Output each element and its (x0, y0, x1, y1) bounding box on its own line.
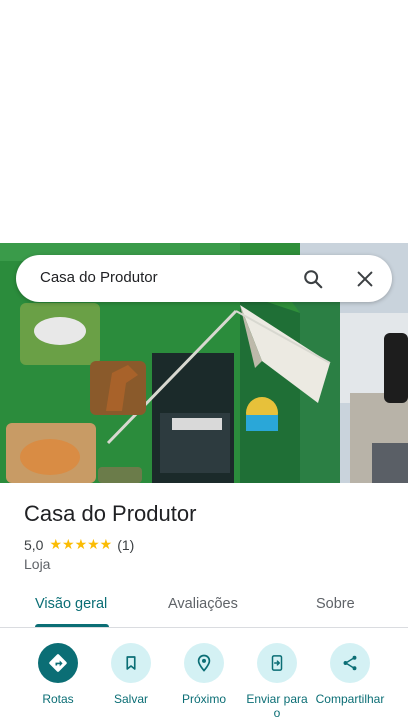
active-tab-indicator (35, 624, 109, 627)
send-to-phone-button[interactable]: Enviar para o (237, 643, 317, 720)
rating-value: 5,0 (24, 536, 44, 553)
close-icon[interactable] (354, 268, 376, 290)
nearby-label: Próximo (181, 692, 226, 706)
nearby-button[interactable]: Próximo (164, 643, 244, 706)
review-count: (1) (117, 536, 135, 553)
share-icon (330, 643, 370, 683)
directions-label: Rotas (42, 692, 74, 706)
share-button[interactable]: Compartilhar (310, 643, 390, 706)
share-label: Compartilhar (315, 692, 385, 706)
tab-reviews[interactable]: Avaliações (168, 596, 238, 612)
tab-about[interactable]: Sobre (316, 596, 355, 612)
tab-overview[interactable]: Visão geral (35, 596, 107, 612)
rating-row[interactable]: 5,0 ★★★★★ (1) (24, 536, 134, 553)
save-button[interactable]: Salvar (91, 643, 171, 706)
nearby-icon (184, 643, 224, 683)
rating-stars-icon: ★★★★★ (49, 536, 113, 552)
bookmark-icon (111, 643, 151, 683)
save-label: Salvar (113, 692, 148, 706)
send-to-phone-icon (257, 643, 297, 683)
place-title: Casa do Produtor (24, 501, 197, 526)
search-input[interactable]: Casa do Produtor (40, 269, 158, 286)
search-icon[interactable] (302, 268, 324, 290)
send-to-phone-label: Enviar para o (246, 692, 308, 720)
directions-icon (38, 643, 78, 683)
place-category[interactable]: Loja (24, 556, 50, 572)
search-bar[interactable]: Casa do Produtor (16, 255, 392, 302)
tab-bar: Visão geral Avaliações Sobre (0, 583, 408, 628)
place-sheet: Casa do Produtor 5,0 ★★★★★ (1) Loja Visã… (0, 483, 408, 726)
directions-button[interactable]: Rotas (18, 643, 98, 706)
